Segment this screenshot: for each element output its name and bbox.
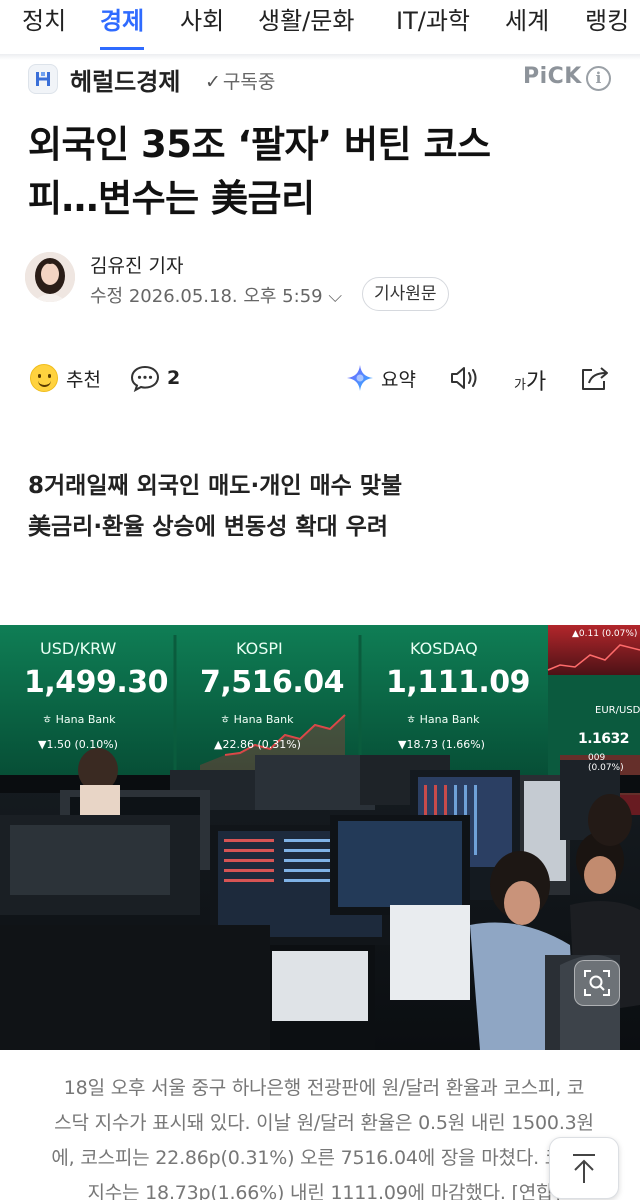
info-icon[interactable]: i [586, 66, 611, 91]
check-icon: ✓ [205, 71, 221, 93]
reporter-avatar[interactable] [25, 252, 75, 302]
caption-line-1: 18일 오후 서울 중구 하나은행 전광판에 원/달러 환율과 코스피, 코 [63, 1077, 585, 1099]
comment-button[interactable]: 2 [130, 364, 180, 392]
tab-ranking[interactable]: 랭킹 [585, 4, 629, 50]
photo-caption: 18일 오후 서울 중구 하나은행 전광판에 원/달러 환율과 코스피, 코 스… [34, 1071, 614, 1200]
reporter-name[interactable]: 김유진 기자 [90, 251, 183, 278]
subscribe-label: 구독중 [222, 71, 276, 93]
press-header: 헤럴드경제 ✓ 구독중 PiCK i [0, 60, 640, 100]
tab-society[interactable]: 사회 [180, 4, 224, 50]
board-change-kospi: ▲22.86 (0.31%) [214, 738, 301, 751]
board-side-label: EUR/USD [595, 705, 640, 716]
original-article-button[interactable]: 기사원문 [362, 277, 449, 311]
tab-it-science[interactable]: IT/과학 [396, 4, 470, 50]
speaker-icon [451, 367, 477, 389]
share-icon [582, 367, 608, 390]
scroll-top-button[interactable] [549, 1137, 619, 1199]
article-subheading: 8거래일째 외국인 매도·개인 매수 맞불 美금리·환율 상승에 변동성 확대 … [28, 466, 402, 548]
article-photo[interactable]: USD/KRW 1,499.30 ㅎ Hana Bank ▼1.50 (0.10… [0, 625, 640, 1050]
font-size-button[interactable]: 가가 [514, 364, 546, 396]
article-headline: 외국인 35조 ‘팔자’ 버틴 코스 피…변수는 美금리 [28, 118, 588, 226]
subscribe-status[interactable]: ✓ 구독중 [205, 67, 275, 94]
board-value-kospi: 7,516.04 [200, 665, 345, 700]
tab-world[interactable]: 세계 [505, 4, 549, 50]
caption-line-4: 지수는 18.73p(1.66%) 내린 1111.09에 마감했다. [연합] [87, 1182, 561, 1200]
board-bank-name-usdkrw: Hana Bank [55, 713, 116, 726]
headline-line-2: 피…변수는 美금리 [28, 177, 315, 220]
board-bank-usdkrw: ㅎ Hana Bank [42, 711, 115, 727]
pick-badge: PiCK [523, 64, 582, 89]
summary-button[interactable]: 요약 [346, 364, 416, 392]
comment-count: 2 [167, 367, 181, 389]
hana-logo-icon: ㅎ [42, 713, 56, 726]
smile-icon [30, 364, 58, 392]
board-bank-kospi: ㅎ Hana Bank [220, 711, 293, 727]
article-toolbar: 추천 2 요약 가가 [0, 360, 640, 400]
listen-button[interactable] [448, 364, 480, 392]
board-label-kospi: KOSPI [236, 639, 283, 658]
board-side-change: 009 (0.07%) [588, 753, 624, 773]
edit-date[interactable]: 수정 2026.05.18. 오후 5:59 ⌵ [90, 282, 342, 308]
subhead-line-2: 美금리·환율 상승에 변동성 확대 우려 [28, 514, 389, 540]
board-label-usdkrw: USD/KRW [40, 639, 117, 658]
press-name[interactable]: 헤럴드경제 [70, 62, 180, 97]
hana-logo-icon: ㅎ [220, 713, 234, 726]
font-small-label: 가 [514, 377, 526, 393]
arrow-up-icon [573, 1154, 595, 1183]
sparkle-icon [347, 365, 373, 391]
edit-date-text: 수정 2026.05.18. 오후 5:59 [90, 286, 323, 307]
board-change-kosdaq: ▼18.73 (1.66%) [398, 738, 485, 751]
board-bank-kosdaq: ㅎ Hana Bank [406, 711, 479, 727]
tab-life-culture[interactable]: 생활/문화 [258, 4, 354, 50]
herald-logo-icon[interactable] [28, 64, 58, 94]
tab-politics[interactable]: 정치 [22, 4, 66, 50]
board-bank-name-kosdaq: Hana Bank [419, 713, 480, 726]
board-label-kosdaq: KOSDAQ [410, 639, 478, 658]
board-side-value: 1.1632 [578, 731, 630, 747]
chevron-down-icon: ⌵ [328, 286, 342, 307]
zoom-button[interactable] [574, 960, 620, 1006]
comment-icon [130, 365, 160, 392]
board-side-top: ▲0.11 (0.07%) [572, 629, 638, 639]
caption-line-3: 에, 코스피는 22.86p(0.31%) 오른 7516.04에 장을 마쳤다… [51, 1147, 597, 1169]
headline-line-1: 외국인 35조 ‘팔자’ 버틴 코스 [28, 123, 491, 166]
subhead-line-1: 8거래일째 외국인 매도·개인 매수 맞불 [28, 473, 403, 499]
board-bank-name-kospi: Hana Bank [233, 713, 294, 726]
zoom-icon [584, 970, 610, 996]
tab-economy[interactable]: 경제 [100, 4, 145, 50]
board-value-kosdaq: 1,111.09 [386, 665, 531, 700]
recommend-button[interactable]: 추천 [30, 364, 101, 392]
share-button[interactable] [580, 364, 610, 392]
summary-label: 요약 [381, 368, 416, 391]
category-nav: 정치 경제 사회 생활/문화 IT/과학 세계 랭킹 [0, 0, 640, 54]
recommend-label: 추천 [66, 368, 101, 391]
caption-line-2: 스닥 지수가 표시돼 있다. 이날 원/달러 환율은 0.5원 내린 1500.… [54, 1112, 594, 1134]
board-value-usdkrw: 1,499.30 [24, 665, 169, 700]
hana-logo-icon: ㅎ [406, 713, 420, 726]
board-change-usdkrw: ▼1.50 (0.10%) [38, 738, 118, 751]
font-large-label: 가 [525, 370, 547, 395]
